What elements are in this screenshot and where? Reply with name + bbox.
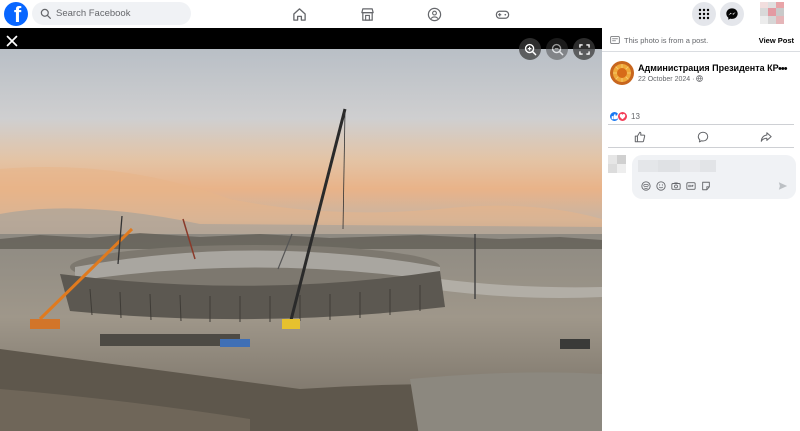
zoom-in-icon[interactable] bbox=[519, 38, 541, 60]
post-side-panel: This photo is from a post. View Post Адм… bbox=[602, 28, 800, 431]
comment-composer bbox=[608, 155, 796, 199]
search-bar[interactable] bbox=[32, 2, 191, 25]
gif-icon[interactable] bbox=[685, 180, 696, 191]
globe-icon bbox=[696, 75, 704, 82]
post-action-bar bbox=[608, 124, 794, 148]
camera-icon[interactable] bbox=[670, 180, 681, 191]
fullscreen-icon[interactable] bbox=[573, 38, 595, 60]
profile-avatar[interactable] bbox=[760, 2, 792, 26]
search-icon bbox=[40, 8, 51, 19]
share-action-icon[interactable] bbox=[759, 130, 773, 144]
love-icon bbox=[617, 110, 628, 122]
stadium-construction-photo bbox=[0, 49, 602, 431]
reaction-summary[interactable]: 13 bbox=[609, 110, 640, 122]
emblem-icon bbox=[613, 64, 631, 82]
view-post-link[interactable]: View Post bbox=[759, 36, 794, 45]
comment-input[interactable] bbox=[638, 158, 758, 174]
facebook-logo-letter: f bbox=[13, 2, 22, 26]
zoom-out-icon[interactable] bbox=[546, 38, 568, 60]
gaming-icon[interactable] bbox=[494, 6, 510, 22]
home-icon[interactable] bbox=[291, 6, 307, 22]
facebook-logo[interactable]: f bbox=[4, 2, 28, 26]
author-name-link[interactable]: Администрация Президента КР bbox=[638, 63, 779, 73]
like-action-icon[interactable] bbox=[633, 130, 647, 144]
photo-viewer bbox=[0, 28, 602, 431]
reaction-count: 13 bbox=[631, 111, 640, 121]
comment-action-icon[interactable] bbox=[696, 130, 710, 144]
user-avatar bbox=[608, 155, 626, 173]
post-date[interactable]: 22 October 2024 · bbox=[638, 75, 704, 83]
messenger-icon[interactable] bbox=[720, 2, 744, 26]
author-avatar[interactable] bbox=[610, 61, 634, 85]
search-input[interactable] bbox=[56, 8, 186, 19]
menu-grid-icon[interactable] bbox=[692, 2, 716, 26]
send-icon[interactable] bbox=[777, 180, 788, 191]
close-viewer-icon[interactable] bbox=[3, 32, 21, 50]
post-info-icon bbox=[610, 36, 620, 44]
comment-box[interactable] bbox=[632, 155, 796, 199]
post-note-bar: This photo is from a post. View Post bbox=[602, 28, 800, 52]
groups-icon[interactable] bbox=[426, 6, 442, 22]
avatar-sticker-icon[interactable] bbox=[640, 180, 651, 191]
marketplace-icon[interactable] bbox=[359, 6, 375, 22]
sticker-icon[interactable] bbox=[700, 180, 711, 191]
top-navigation-bar: f bbox=[0, 0, 800, 28]
post-date-text: 22 October 2024 · bbox=[638, 76, 695, 83]
emoji-icon[interactable] bbox=[655, 180, 666, 191]
more-options-icon[interactable]: ••• bbox=[778, 64, 792, 76]
post-note-text: This photo is from a post. bbox=[624, 36, 709, 45]
